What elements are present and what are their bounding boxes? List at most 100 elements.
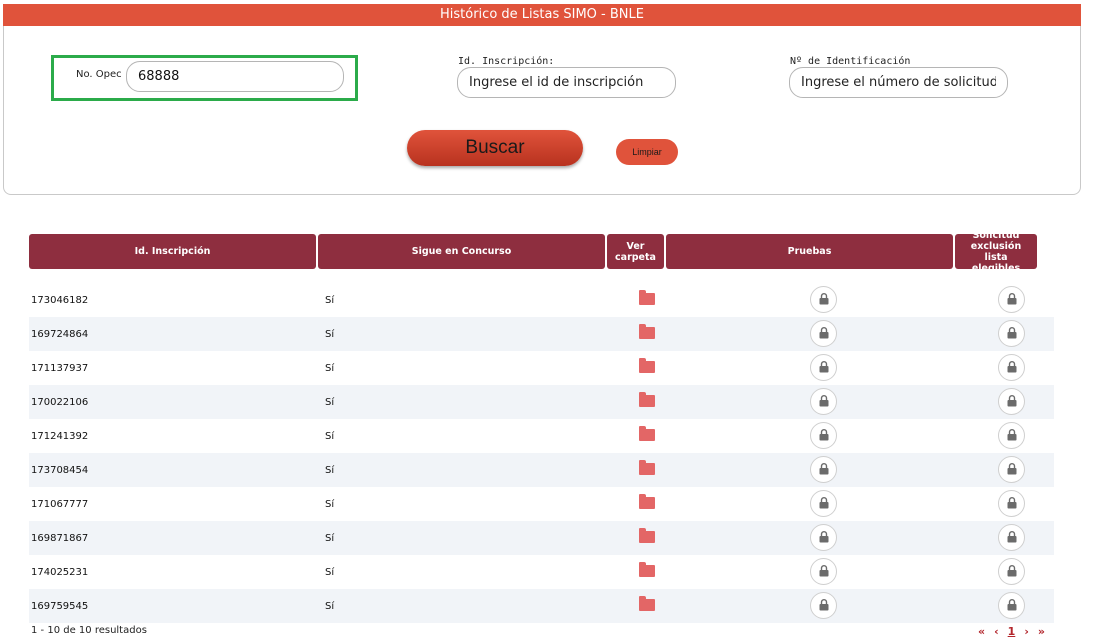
inscripcion-label: Id. Inscripción:: [458, 56, 555, 67]
cell-sigue-concurso: Sí: [325, 329, 335, 340]
lock-icon: [819, 460, 829, 479]
page-title: Histórico de Listas SIMO - BNLE: [3, 4, 1081, 26]
identificacion-label: Nº de Identificación: [790, 56, 911, 67]
pruebas-lock-button[interactable]: [810, 456, 837, 483]
header-id-inscripcion: Id. Inscripción: [29, 234, 316, 269]
cell-id-inscripcion: 169759545: [31, 601, 89, 612]
folder-icon[interactable]: [639, 324, 655, 339]
lock-icon: [1007, 358, 1017, 377]
prev-page-button[interactable]: ‹: [994, 625, 999, 638]
lock-icon: [1007, 324, 1017, 343]
page: Histórico de Listas SIMO - BNLE No. Opec…: [0, 0, 1106, 644]
header-sigue-concurso: Sigue en Concurso: [318, 234, 605, 269]
pruebas-lock-button[interactable]: [810, 592, 837, 619]
table-row: 173708454 Sí: [29, 453, 1054, 487]
table-row: 171241392 Sí: [29, 419, 1054, 453]
solicitud-lock-button[interactable]: [998, 524, 1025, 551]
table-row: 171137937 Sí: [29, 351, 1054, 385]
lock-icon: [1007, 494, 1017, 513]
cell-sigue-concurso: Sí: [325, 397, 335, 408]
folder-icon[interactable]: [639, 460, 655, 475]
solicitud-lock-button[interactable]: [998, 286, 1025, 313]
pruebas-lock-button[interactable]: [810, 524, 837, 551]
lock-icon: [819, 290, 829, 309]
cell-id-inscripcion: 173046182: [31, 295, 89, 306]
current-page[interactable]: 1: [1008, 625, 1016, 638]
cell-sigue-concurso: Sí: [325, 533, 335, 544]
lock-icon: [819, 426, 829, 445]
lock-icon: [819, 528, 829, 547]
header-pruebas: Pruebas: [666, 234, 953, 269]
lock-icon: [819, 494, 829, 513]
cell-id-inscripcion: 171137937: [31, 363, 89, 374]
cell-id-inscripcion: 171241392: [31, 431, 89, 442]
pruebas-lock-button[interactable]: [810, 490, 837, 517]
cell-sigue-concurso: Sí: [325, 363, 335, 374]
folder-icon[interactable]: [639, 290, 655, 305]
lock-icon: [1007, 562, 1017, 581]
cell-id-inscripcion: 169871867: [31, 533, 89, 544]
pruebas-lock-button[interactable]: [810, 320, 837, 347]
lock-icon: [819, 392, 829, 411]
lock-icon: [1007, 290, 1017, 309]
pagination: « ‹ 1 › »: [978, 625, 1045, 638]
lock-icon: [819, 596, 829, 615]
cell-id-inscripcion: 174025231: [31, 567, 89, 578]
pruebas-lock-button[interactable]: [810, 558, 837, 585]
table-row: 174025231 Sí: [29, 555, 1054, 589]
header-solicitud-exclusion: Solicitud exclusión lista elegibles: [955, 230, 1037, 274]
table-row: 170022106 Sí: [29, 385, 1054, 419]
lock-icon: [819, 562, 829, 581]
cell-id-inscripcion: 170022106: [31, 397, 89, 408]
folder-icon[interactable]: [639, 528, 655, 543]
lock-icon: [819, 324, 829, 343]
opec-input[interactable]: [126, 61, 344, 92]
lock-icon: [1007, 426, 1017, 445]
limpiar-button[interactable]: Limpiar: [616, 139, 678, 165]
lock-icon: [1007, 460, 1017, 479]
folder-icon[interactable]: [639, 358, 655, 373]
solicitud-lock-button[interactable]: [998, 558, 1025, 585]
solicitud-lock-button[interactable]: [998, 592, 1025, 619]
cell-sigue-concurso: Sí: [325, 567, 335, 578]
solicitud-lock-button[interactable]: [998, 388, 1025, 415]
next-page-button[interactable]: ›: [1024, 625, 1029, 638]
lock-icon: [819, 358, 829, 377]
table-row: 169724864 Sí: [29, 317, 1054, 351]
solicitud-lock-button[interactable]: [998, 422, 1025, 449]
cell-sigue-concurso: Sí: [325, 601, 335, 612]
cell-id-inscripcion: 173708454: [31, 465, 89, 476]
table-row: 169871867 Sí: [29, 521, 1054, 555]
solicitud-lock-button[interactable]: [998, 320, 1025, 347]
last-page-button[interactable]: »: [1038, 625, 1045, 638]
folder-icon[interactable]: [639, 494, 655, 509]
cell-sigue-concurso: Sí: [325, 431, 335, 442]
search-panel: [3, 26, 1081, 195]
inscripcion-input[interactable]: [457, 67, 676, 98]
folder-icon[interactable]: [639, 426, 655, 441]
pruebas-lock-button[interactable]: [810, 286, 837, 313]
header-ver-carpeta: Ver carpeta: [607, 234, 664, 269]
table-row: 171067777 Sí: [29, 487, 1054, 521]
solicitud-lock-button[interactable]: [998, 354, 1025, 381]
cell-sigue-concurso: Sí: [325, 499, 335, 510]
cell-sigue-concurso: Sí: [325, 465, 335, 476]
opec-label: No. Opec: [76, 69, 122, 80]
solicitud-lock-button[interactable]: [998, 490, 1025, 517]
folder-icon[interactable]: [639, 392, 655, 407]
identificacion-input[interactable]: [789, 67, 1008, 98]
table-row: 169759545 Sí: [29, 589, 1054, 623]
folder-icon[interactable]: [639, 562, 655, 577]
buscar-button[interactable]: Buscar: [407, 130, 583, 166]
cell-sigue-concurso: Sí: [325, 295, 335, 306]
pruebas-lock-button[interactable]: [810, 354, 837, 381]
first-page-button[interactable]: «: [978, 625, 985, 638]
results-count: 1 - 10 de 10 resultados: [31, 625, 147, 636]
cell-id-inscripcion: 169724864: [31, 329, 89, 340]
cell-id-inscripcion: 171067777: [31, 499, 89, 510]
table-row: 173046182 Sí: [29, 283, 1054, 317]
folder-icon[interactable]: [639, 596, 655, 611]
pruebas-lock-button[interactable]: [810, 422, 837, 449]
solicitud-lock-button[interactable]: [998, 456, 1025, 483]
pruebas-lock-button[interactable]: [810, 388, 837, 415]
